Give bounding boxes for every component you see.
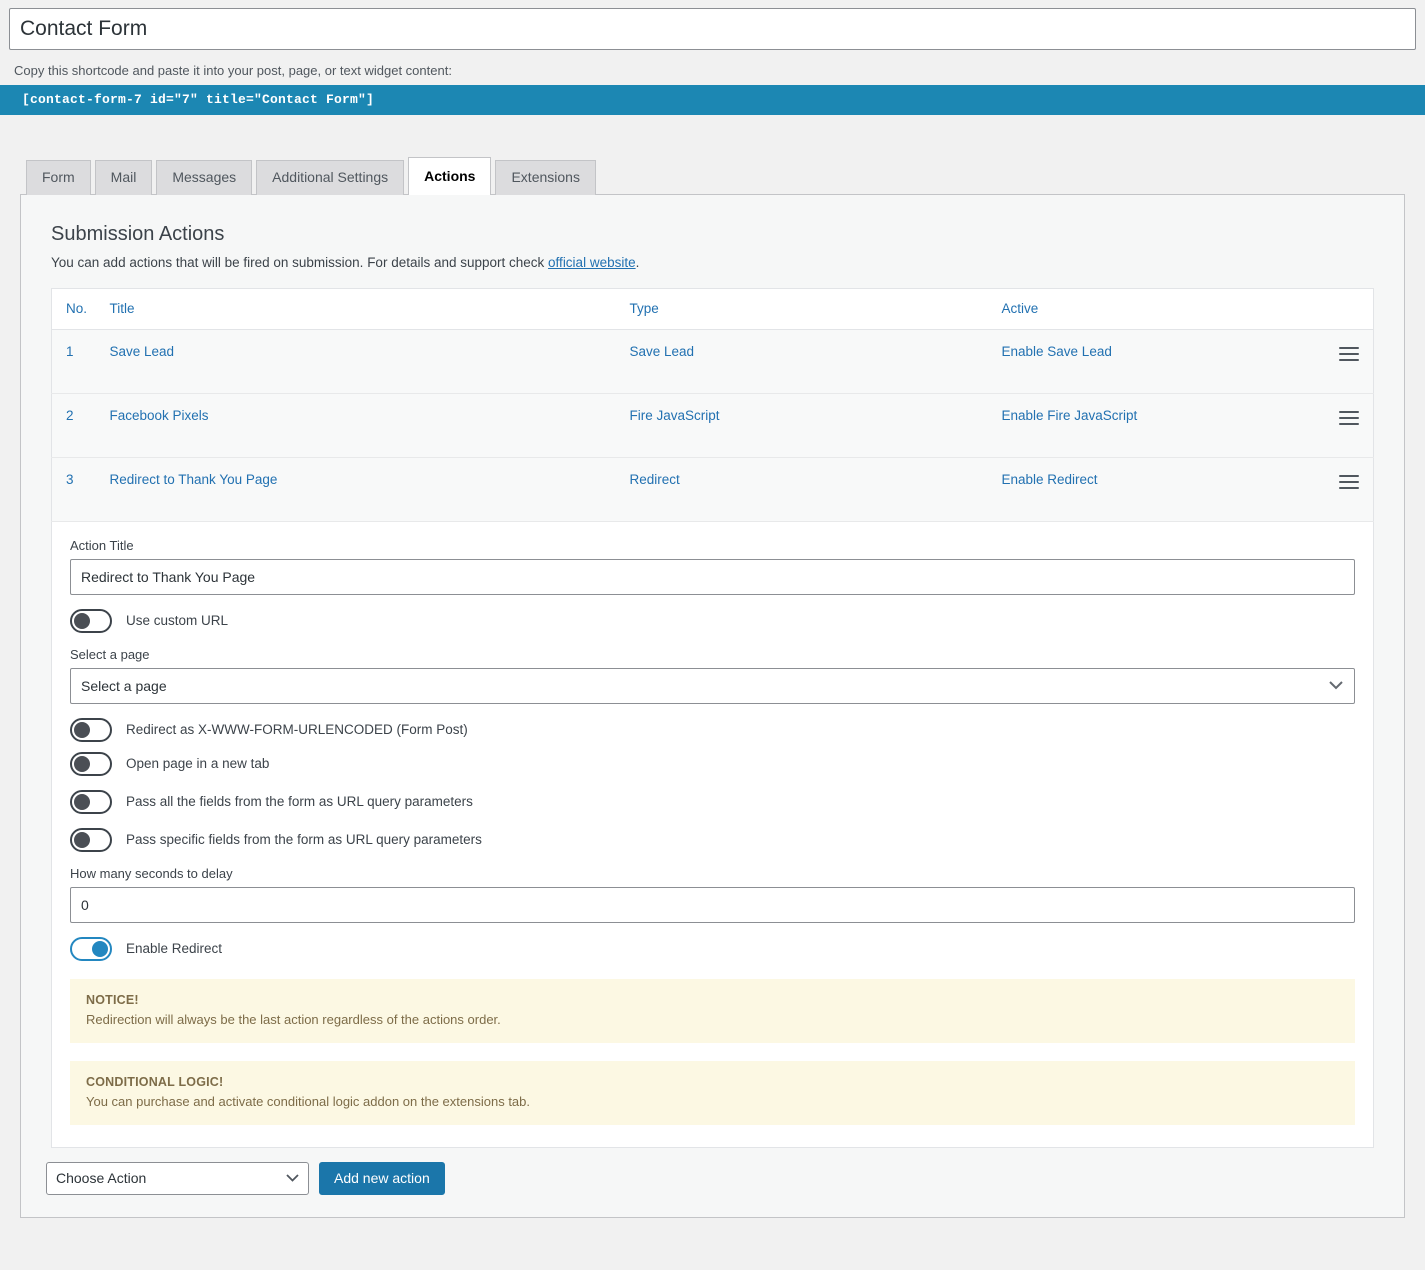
- pass-specific-fields-toggle[interactable]: [70, 827, 112, 852]
- drag-handle-icon[interactable]: [1339, 344, 1359, 361]
- row-title-link[interactable]: Save Lead: [110, 344, 175, 359]
- delay-label: How many seconds to delay: [70, 865, 233, 881]
- page-title: Submission Actions: [51, 222, 225, 245]
- column-header-handle: [1313, 288, 1374, 330]
- shortcode-help-text: Copy this shortcode and paste it into yo…: [14, 63, 452, 78]
- tab-messages[interactable]: Messages: [156, 160, 253, 195]
- enable-redirect-label: Enable Redirect: [126, 941, 223, 957]
- row-number: 3: [51, 457, 110, 522]
- delay-input[interactable]: [70, 886, 1355, 923]
- section-description: You can add actions that will be fired o…: [51, 255, 1374, 270]
- title-section: [0, 0, 1425, 50]
- pass-specific-fields-label: Pass specific fields from the form as UR…: [126, 832, 482, 848]
- use-custom-url-label: Use custom URL: [126, 613, 229, 629]
- urlencoded-row: Redirect as X-WWW-FORM-URLENCODED (Form …: [70, 717, 1355, 742]
- use-custom-url-toggle[interactable]: [70, 608, 112, 633]
- table-row[interactable]: 1 Save Lead Save Lead Enable Save Lead: [51, 329, 1374, 394]
- row-number: 1: [51, 329, 110, 394]
- table-row[interactable]: 2 Facebook Pixels Fire JavaScript Enable…: [51, 393, 1374, 458]
- drag-handle-icon[interactable]: [1339, 472, 1359, 489]
- enable-redirect-toggle[interactable]: [70, 936, 112, 961]
- row-active-link[interactable]: Enable Redirect: [1002, 472, 1098, 487]
- section-description-period: .: [635, 254, 640, 270]
- form-title-input[interactable]: [9, 8, 1416, 50]
- select-page-dropdown[interactable]: [70, 667, 1355, 704]
- row-title-link[interactable]: Redirect to Thank You Page: [110, 472, 278, 487]
- tab-form[interactable]: Form: [26, 160, 91, 195]
- add-action-bar: Add new action: [33, 1148, 1392, 1195]
- use-custom-url-row: Use custom URL: [70, 608, 1355, 633]
- official-website-link[interactable]: official website: [548, 255, 636, 270]
- notice-box: NOTICE! Redirection will always be the l…: [70, 978, 1355, 1043]
- column-header-type: Type: [629, 288, 1002, 330]
- action-editor: Action Title Use custom URL Select a pag…: [51, 521, 1374, 1148]
- row-type-link[interactable]: Save Lead: [630, 344, 695, 359]
- redirect-urlencoded-label: Redirect as X-WWW-FORM-URLENCODED (Form …: [126, 722, 468, 738]
- conditional-logic-box: CONDITIONAL LOGIC! You can purchase and …: [70, 1060, 1355, 1125]
- row-type-link[interactable]: Redirect: [630, 472, 680, 487]
- tab-extensions[interactable]: Extensions: [495, 160, 596, 195]
- table-row[interactable]: 3 Redirect to Thank You Page Redirect En…: [51, 457, 1374, 522]
- row-active-link[interactable]: Enable Save Lead: [1002, 344, 1112, 359]
- section-description-text: You can add actions that will be fired o…: [51, 254, 549, 270]
- column-header-title: Title: [109, 288, 630, 330]
- notice-text: Redirection will always be the last acti…: [86, 1011, 501, 1027]
- conditional-logic-title: CONDITIONAL LOGIC!: [86, 1074, 224, 1089]
- notice-title: NOTICE!: [86, 992, 139, 1007]
- select-page-field: Select a page: [70, 647, 1355, 704]
- choose-action-dropdown[interactable]: [46, 1161, 309, 1195]
- action-title-label: Action Title: [70, 537, 134, 553]
- conditional-logic-text: You can purchase and activate conditiona…: [86, 1093, 531, 1109]
- row-title-link[interactable]: Facebook Pixels: [110, 408, 209, 423]
- actions-table: No. Title Type Active 1 Save Lead Save L…: [51, 287, 1374, 522]
- action-title-field: Action Title: [70, 538, 1355, 595]
- row-number: 2: [51, 393, 110, 458]
- tab-actions[interactable]: Actions: [408, 157, 492, 195]
- drag-handle-icon[interactable]: [1339, 408, 1359, 425]
- pass-all-fields-label: Pass all the fields from the form as URL…: [126, 794, 473, 810]
- pass-all-fields-toggle[interactable]: [70, 789, 112, 814]
- column-header-active: Active: [1001, 288, 1314, 330]
- shortcode-bar[interactable]: [contact-form-7 id="7" title="Contact Fo…: [0, 85, 1425, 115]
- column-header-no: No.: [51, 288, 110, 330]
- open-new-tab-label: Open page in a new tab: [126, 756, 270, 772]
- tab-additional-settings[interactable]: Additional Settings: [256, 160, 405, 195]
- enable-redirect-row: Enable Redirect: [70, 936, 1355, 961]
- select-page-label: Select a page: [70, 646, 150, 662]
- pass-specific-fields-row: Pass specific fields from the form as UR…: [70, 827, 1355, 852]
- new-tab-row: Open page in a new tab: [70, 751, 1355, 776]
- settings-tabs: Form Mail Messages Additional Settings A…: [0, 115, 1425, 195]
- action-title-input[interactable]: [70, 558, 1355, 595]
- table-header-row: No. Title Type Active: [51, 288, 1374, 330]
- tab-mail[interactable]: Mail: [94, 160, 153, 195]
- pass-all-fields-row: Pass all the fields from the form as URL…: [70, 789, 1355, 814]
- row-type-link[interactable]: Fire JavaScript: [630, 408, 720, 423]
- actions-panel: Submission Actions You can add actions t…: [20, 193, 1405, 1218]
- redirect-urlencoded-toggle[interactable]: [70, 717, 112, 742]
- add-new-action-button[interactable]: Add new action: [319, 1161, 445, 1195]
- row-active-link[interactable]: Enable Fire JavaScript: [1002, 408, 1138, 423]
- delay-field: How many seconds to delay: [70, 866, 1355, 923]
- open-new-tab-toggle[interactable]: [70, 751, 112, 776]
